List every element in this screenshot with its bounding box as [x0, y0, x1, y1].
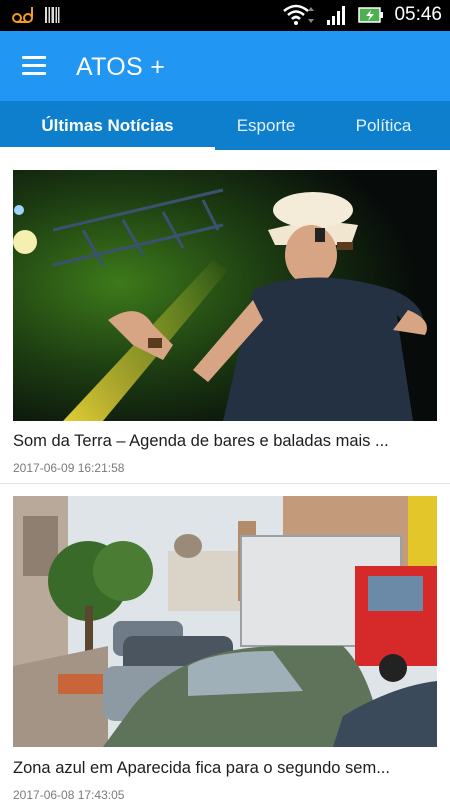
article-date: 2017-06-08 17:43:05: [13, 788, 125, 800]
barcode-icon: [45, 7, 60, 23]
wifi-icon: [283, 4, 315, 25]
article-image[interactable]: [13, 170, 437, 421]
article-image[interactable]: [13, 496, 437, 747]
news-card[interactable]: Som da Terra – Agenda de bares e baladas…: [0, 150, 450, 484]
article-title[interactable]: Zona azul em Aparecida fica para o segun…: [13, 759, 437, 778]
app-title: ATOS +: [76, 53, 166, 81]
tab-esporte[interactable]: Esporte: [215, 101, 317, 150]
article-title[interactable]: Som da Terra – Agenda de bares e baladas…: [13, 432, 437, 451]
battery-charging-icon: [358, 7, 384, 23]
news-card[interactable]: Zona azul em Aparecida fica para o segun…: [0, 484, 450, 800]
app-bar: ATOS +: [0, 31, 450, 101]
tab-bar: Últimas Notícias Esporte Política: [0, 101, 450, 150]
tab-politica[interactable]: Política: [317, 101, 450, 150]
news-list: Som da Terra – Agenda de bares e baladas…: [0, 150, 450, 800]
signal-icon: [327, 6, 346, 25]
hamburger-menu-icon[interactable]: [22, 55, 48, 77]
article-date: 2017-06-09 16:21:58: [13, 461, 125, 475]
clock: 05:46: [394, 4, 442, 25]
status-bar: 05:46: [0, 0, 450, 31]
voicemail-icon: [12, 7, 33, 23]
tab-ultimas-noticias[interactable]: Últimas Notícias: [0, 101, 215, 150]
